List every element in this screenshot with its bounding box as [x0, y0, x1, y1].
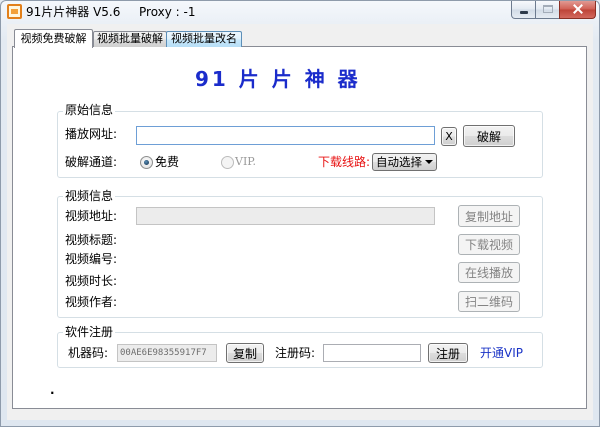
tab-free-crack[interactable]: 视频免费破解: [14, 29, 93, 48]
app-window: 91片片神器 V5.6 Proxy : -1 视频免费破解 视频批量破解 视频批…: [0, 0, 600, 427]
video-duration-label: 视频时长:: [65, 274, 118, 288]
copy-address-button[interactable]: 复制地址: [458, 205, 520, 227]
minimize-icon: [520, 11, 528, 14]
radio-vip-label[interactable]: VIP.: [235, 155, 256, 169]
chevron-down-icon: [425, 160, 433, 164]
registration-legend: 软件注册: [63, 325, 116, 339]
route-label: 下载线路:: [318, 155, 371, 169]
play-online-button[interactable]: 在线播放: [458, 262, 520, 283]
tab-batch-crack[interactable]: 视频批量破解: [93, 31, 167, 47]
clear-url-button[interactable]: X: [441, 127, 457, 146]
route-select[interactable]: 自动选择: [372, 153, 437, 171]
video-info-legend: 视频信息: [63, 189, 116, 203]
source-info-legend: 原始信息: [63, 103, 116, 117]
title-bar[interactable]: 91片片神器 V5.6 Proxy : -1: [0, 0, 600, 24]
copy-machine-code-button[interactable]: 复制: [226, 343, 264, 363]
video-address-label: 视频地址:: [65, 209, 118, 223]
tab-batch-rename[interactable]: 视频批量改名: [166, 31, 242, 47]
app-heading: 91 片 片 神 器: [195, 67, 361, 91]
footer-mark: .: [50, 383, 55, 397]
app-icon: [7, 4, 22, 19]
register-button[interactable]: 注册: [428, 343, 468, 363]
video-id-label: 视频编号:: [65, 252, 118, 266]
minimize-button[interactable]: [511, 1, 536, 19]
radio-free-label[interactable]: 免费: [155, 155, 179, 169]
proxy-status: Proxy : -1: [139, 5, 196, 19]
reg-code-input[interactable]: [323, 344, 421, 362]
machine-code-field[interactable]: [117, 344, 217, 362]
radio-free[interactable]: [140, 156, 153, 169]
radio-vip[interactable]: [221, 156, 234, 169]
reg-code-label: 注册码:: [275, 346, 316, 360]
close-button[interactable]: [559, 1, 596, 19]
url-input[interactable]: [136, 126, 435, 145]
maximize-button[interactable]: [535, 1, 560, 19]
window-title: 91片片神器 V5.6: [26, 5, 121, 19]
qr-code-button[interactable]: 扫二维码: [458, 291, 520, 312]
video-author-label: 视频作者:: [65, 295, 118, 309]
open-vip-link[interactable]: 开通VIP: [480, 346, 523, 360]
app-icon-glyph: [11, 9, 18, 14]
crack-button[interactable]: 破解: [463, 125, 515, 147]
machine-code-label: 机器码:: [68, 346, 109, 360]
close-icon: [573, 4, 583, 14]
download-video-button[interactable]: 下载视频: [458, 234, 520, 255]
video-address-input[interactable]: [136, 207, 435, 225]
channel-label: 破解通道:: [65, 155, 118, 169]
maximize-icon: [543, 5, 553, 13]
route-select-value: 自动选择: [376, 155, 422, 169]
video-title-label: 视频标题:: [65, 233, 118, 247]
url-label: 播放网址:: [65, 127, 118, 141]
